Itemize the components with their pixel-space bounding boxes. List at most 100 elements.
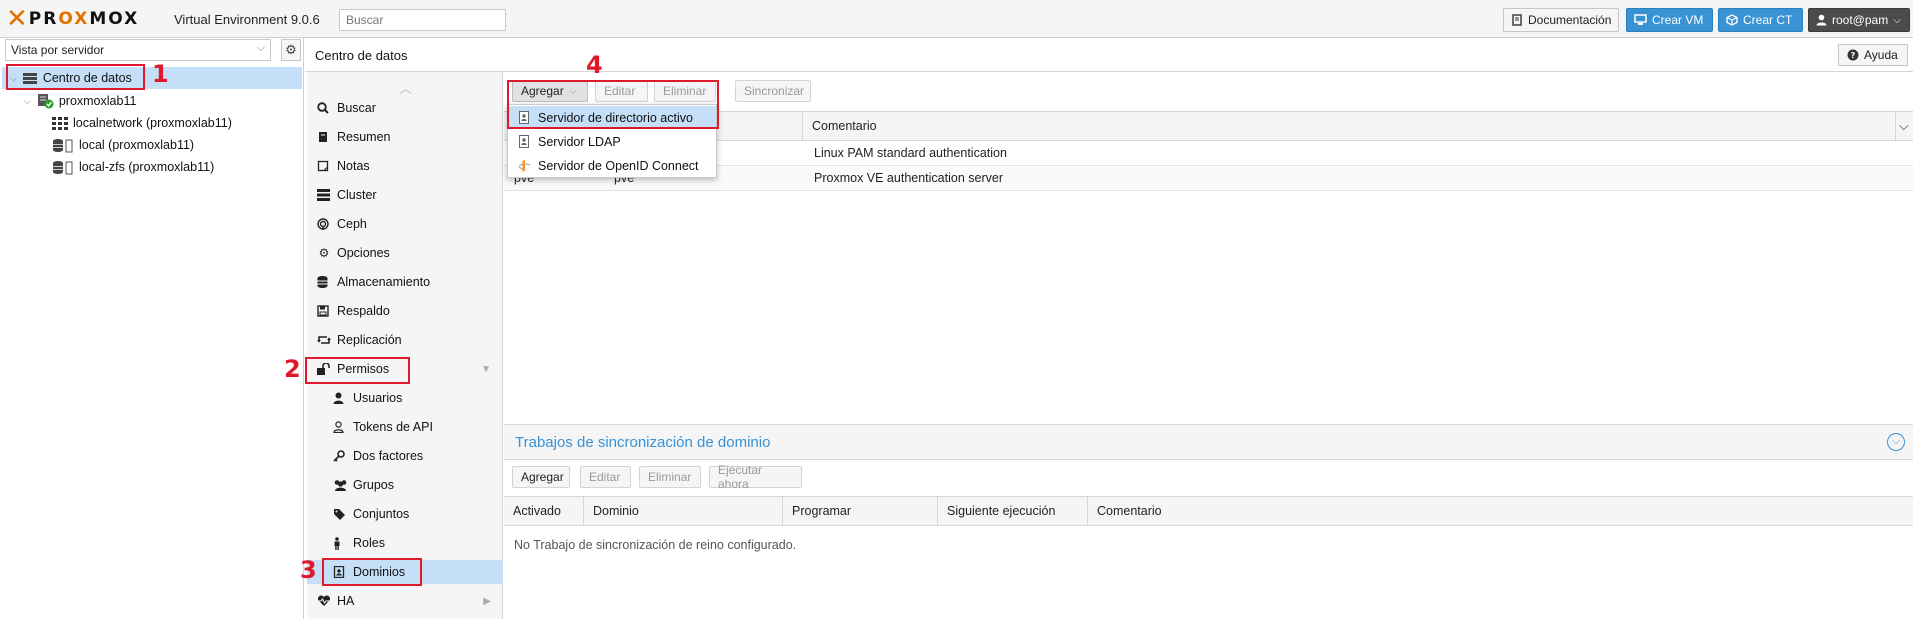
nav-item-cluster[interactable]: Cluster <box>307 183 503 207</box>
nav-item-label: Buscar <box>337 101 376 115</box>
realms-sync-button[interactable]: Sincronizar <box>735 80 811 102</box>
view-selector-value: Vista por servidor <box>11 43 105 57</box>
sync-remove-button[interactable]: Eliminar <box>639 466 701 488</box>
create-ct-label: Crear CT <box>1743 13 1793 27</box>
nav-item-notes[interactable]: Notas <box>307 154 503 178</box>
nav-item-ha[interactable]: HA ▶ <box>307 589 503 613</box>
create-vm-button[interactable]: Crear VM <box>1626 8 1713 32</box>
nav-item-summary[interactable]: Resumen <box>307 125 503 149</box>
tree-item-label: proxmoxlab11 <box>58 94 137 108</box>
column-schedule[interactable]: Programar <box>783 497 938 525</box>
nav-item-label: Tokens de API <box>353 420 433 434</box>
user-label: root@pam <box>1832 13 1889 27</box>
nav-item-label: HA <box>337 594 355 608</box>
tree-item-label: local (proxmoxlab11) <box>79 138 195 152</box>
gear-icon: ⚙ <box>318 246 330 260</box>
nav-item-label: Resumen <box>337 130 391 144</box>
column-enabled[interactable]: Activado <box>504 497 584 525</box>
chevron-collapse-icon[interactable]: ⌵ <box>1887 433 1905 451</box>
user-icon <box>1816 14 1827 26</box>
server-icon <box>317 189 331 201</box>
create-vm-label: Crear VM <box>1652 13 1704 27</box>
empty-state-text: No Trabajo de sincronización de reino co… <box>514 538 797 552</box>
sync-run-now-button[interactable]: Ejecutar ahora <box>709 463 802 491</box>
chevron-down-icon: ⌵ <box>256 42 265 54</box>
nav-item-ceph[interactable]: Ceph <box>307 212 503 236</box>
nav-item-storage[interactable]: Almacenamiento <box>307 270 503 294</box>
nav-item-users[interactable]: Usuarios <box>307 386 503 410</box>
tree-item-storage-zfs[interactable]: local-zfs (proxmoxlab11) <box>52 156 214 178</box>
nav-item-label: Usuarios <box>353 391 403 405</box>
key-icon <box>333 450 347 462</box>
user-icon <box>333 392 347 404</box>
chevron-down-icon: ⌵ <box>1893 14 1901 26</box>
collapse-caret-icon[interactable]: ▼ <box>481 364 491 375</box>
menu-item-label: Servidor LDAP <box>538 134 621 149</box>
collapse-icon: ⌵ <box>24 95 31 106</box>
menu-item-ldap[interactable]: Servidor LDAP <box>508 130 716 153</box>
logo-wordmark: PROXMOX <box>28 9 140 29</box>
documentation-label: Documentación <box>1528 13 1612 27</box>
sync-jobs-title: Trabajos de sincronización de dominio <box>515 434 771 451</box>
user-outline-icon <box>333 421 347 433</box>
floppy-icon <box>317 305 331 317</box>
column-realm[interactable]: Dominio <box>584 497 783 525</box>
annotation-box-add-menu <box>507 80 719 129</box>
nav-item-label: Conjuntos <box>353 507 410 521</box>
create-ct-button[interactable]: Crear CT <box>1718 8 1803 32</box>
search-input[interactable]: Buscar <box>339 9 506 31</box>
column-menu-chevron-icon[interactable]: ⌵ <box>1896 112 1913 140</box>
top-bar: ✕ PROXMOX Virtual Environment 9.0.6 Busc… <box>0 0 1913 38</box>
annotation-box-datacenter <box>6 64 145 90</box>
nav-item-label: Grupos <box>353 478 394 492</box>
column-next-run[interactable]: Siguiente ejecución <box>938 497 1088 525</box>
proxmox-logo[interactable]: ✕ PROXMOX <box>6 6 139 32</box>
users-icon <box>333 479 347 491</box>
menu-item-openid[interactable]: Servidor de OpenID Connect <box>508 154 716 177</box>
user-menu-button[interactable]: root@pam ⌵ <box>1808 8 1910 32</box>
annotation-number-2: 2 <box>284 355 301 383</box>
nav-item-label: Respaldo <box>337 304 390 318</box>
view-selector[interactable]: Vista por servidor ⌵ <box>5 39 271 61</box>
nav-item-options[interactable]: ⚙ Opciones <box>307 241 503 265</box>
tree-item-network[interactable]: localnetwork (proxmoxlab11) <box>52 112 232 134</box>
column-comment[interactable]: Comentario <box>803 112 1896 140</box>
nav-item-label: Dos factores <box>353 449 424 463</box>
help-label: Ayuda <box>1864 48 1898 62</box>
node-icon <box>36 93 54 109</box>
sync-edit-button[interactable]: Editar <box>580 466 631 488</box>
nav-item-label: Replicación <box>337 333 402 347</box>
annotation-number-1: 1 <box>152 60 169 88</box>
scroll-up-icon[interactable]: ︿ <box>399 78 412 97</box>
comment-cell: Proxmox VE authentication server <box>814 171 1003 185</box>
annotation-number-4: 4 <box>586 51 603 79</box>
tree-item-storage-local[interactable]: local (proxmoxlab11) <box>52 134 194 156</box>
nav-item-backup[interactable]: Respaldo <box>307 299 503 323</box>
storage-icon <box>52 160 74 175</box>
documentation-button[interactable]: Documentación <box>1503 8 1619 32</box>
expand-caret-icon[interactable]: ▶ <box>483 596 491 607</box>
nav-item-search[interactable]: Buscar <box>307 96 503 120</box>
help-button[interactable]: ? Ayuda <box>1838 44 1908 66</box>
nav-item-label: Roles <box>353 536 385 550</box>
sync-add-button[interactable]: Agregar <box>512 466 570 488</box>
column-comment[interactable]: Comentario <box>1088 497 1913 525</box>
question-circle-icon: ? <box>1847 49 1859 61</box>
storage-icon <box>52 138 74 153</box>
gear-icon[interactable]: ⚙ <box>281 39 301 61</box>
tree-item-label: local-zfs (proxmoxlab11) <box>79 160 215 174</box>
nav-item-groups[interactable]: Grupos <box>307 473 503 497</box>
nav-item-two-factor[interactable]: Dos factores <box>307 444 503 468</box>
database-icon <box>317 276 331 288</box>
address-book-icon <box>518 135 530 148</box>
nav-item-api-tokens[interactable]: Tokens de API <box>307 415 503 439</box>
network-grid-icon <box>52 116 68 130</box>
nav-item-roles[interactable]: Roles <box>307 531 503 555</box>
tree-item-node[interactable]: ⌵ proxmoxlab11 <box>24 90 136 112</box>
retweet-icon <box>317 334 331 346</box>
nav-item-label: Opciones <box>337 246 390 260</box>
nav-item-pools[interactable]: Conjuntos <box>307 502 503 526</box>
nav-item-label: Ceph <box>337 217 367 231</box>
nav-item-replication[interactable]: Replicación <box>307 328 503 352</box>
book-icon <box>317 131 331 143</box>
